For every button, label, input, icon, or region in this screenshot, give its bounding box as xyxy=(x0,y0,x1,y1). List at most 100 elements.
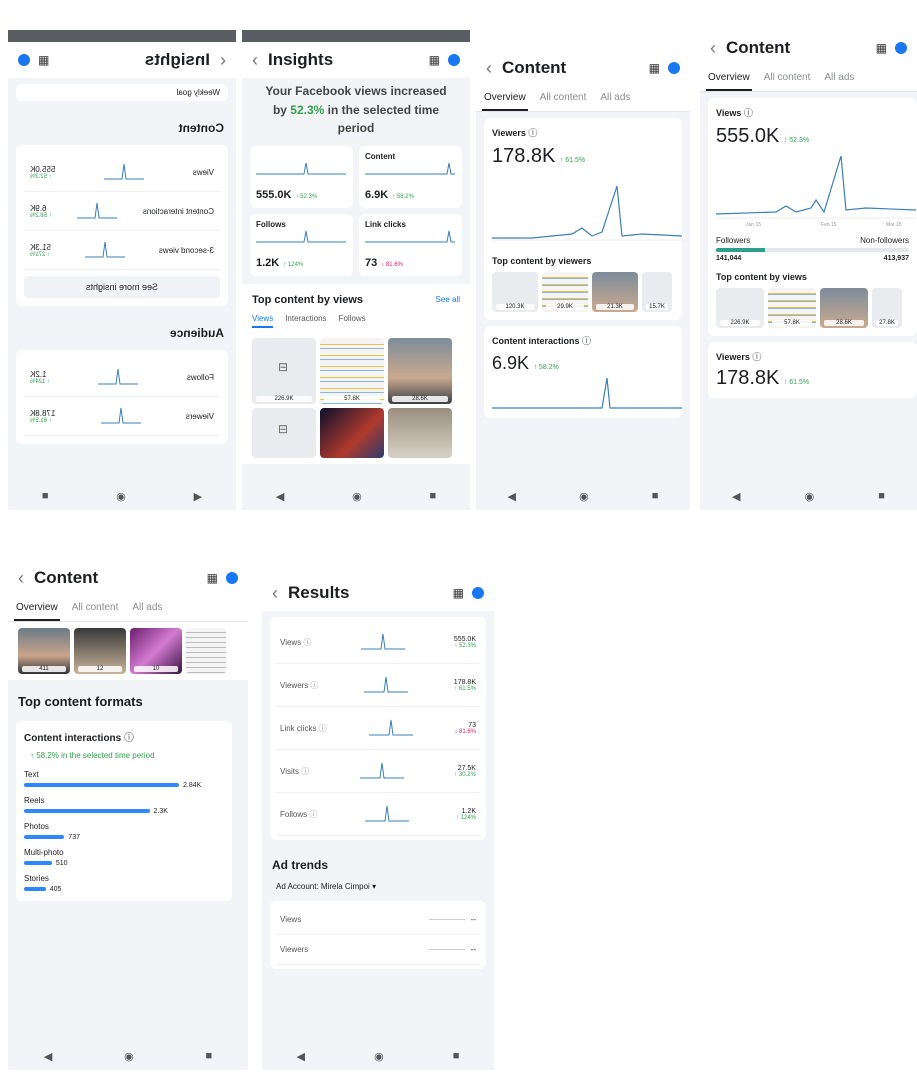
content-thumb[interactable]: 15.7K xyxy=(642,272,672,312)
metric-tile[interactable]: Follows 1.2K ↑ 124% xyxy=(250,213,353,276)
facebook-profile-icon[interactable] xyxy=(895,42,907,54)
home-nav-icon[interactable]: ◉ xyxy=(124,1050,134,1063)
calendar-icon[interactable]: ▦ xyxy=(207,571,218,585)
recents-nav-icon[interactable]: ■ xyxy=(453,1050,460,1062)
tab-overview[interactable]: Overview xyxy=(14,596,60,621)
facebook-profile-icon[interactable] xyxy=(448,54,460,66)
home-nav-icon[interactable]: ◉ xyxy=(805,490,815,503)
see-all-link[interactable]: See all xyxy=(436,295,460,304)
home-nav-icon[interactable]: ◉ xyxy=(579,490,589,503)
weekly-goal-card[interactable]: Weekly goal xyxy=(16,84,228,101)
result-row[interactable]: Visits ⓘ 27.5K ↑ 30.2% xyxy=(276,750,480,793)
home-nav-icon[interactable]: ◉ xyxy=(116,490,126,503)
tab-follows[interactable]: Follows xyxy=(339,314,366,328)
content-thumb[interactable]: 57.8K xyxy=(320,337,384,404)
ad-trend-row[interactable]: Viewers -- xyxy=(276,935,480,965)
back-nav-icon[interactable]: ◀ xyxy=(508,490,516,503)
back-nav-icon[interactable]: ◀ xyxy=(732,490,740,503)
format-bar xyxy=(24,835,65,840)
content-tabs: Overview All content All ads xyxy=(8,596,248,622)
content-thumb[interactable] xyxy=(186,628,226,674)
metric-row[interactable]: Content interactions 6.9K ↑ 58.2% xyxy=(24,192,220,231)
back-icon[interactable]: ‹ xyxy=(710,38,716,59)
calendar-icon[interactable]: ▦ xyxy=(649,61,660,75)
result-row[interactable]: Link clicks ⓘ 73 ↓ 81.6% xyxy=(276,707,480,750)
recents-nav-icon[interactable]: ■ xyxy=(652,490,659,502)
ad-trend-row[interactable]: Views -- xyxy=(276,905,480,935)
back-nav-icon[interactable]: ■ xyxy=(42,490,49,502)
thumb-label: 226.9K xyxy=(256,395,312,402)
metric-tile[interactable]: Link clicks 73 ↓ 81.6% xyxy=(359,213,462,276)
content-thumb[interactable]: ⊟ xyxy=(252,407,316,458)
metric-row[interactable]: Views 555.0K ↑ 52.3% xyxy=(24,153,220,192)
info-icon: ⓘ xyxy=(308,680,319,690)
tab-all-ads[interactable]: All ads xyxy=(598,86,632,111)
tab-all-ads[interactable]: All ads xyxy=(130,596,164,621)
content-thumb[interactable]: 120.3K xyxy=(492,272,538,312)
metric-tile[interactable]: Content 6.9K ↑ 58.2% xyxy=(359,145,462,208)
content-thumb[interactable]: 411 xyxy=(18,628,70,674)
tab-overview[interactable]: Overview xyxy=(706,66,752,91)
content-thumb[interactable] xyxy=(320,407,384,458)
back-icon[interactable]: ‹ xyxy=(252,50,258,71)
tab-interactions[interactable]: Interactions xyxy=(285,314,326,328)
tab-all-content[interactable]: All content xyxy=(538,86,589,111)
tab-all-ads[interactable]: All ads xyxy=(822,66,856,91)
content-thumb[interactable]: 29.9K xyxy=(542,272,588,312)
status-bar xyxy=(242,30,470,42)
see-more-insights-button[interactable]: See more insights xyxy=(24,276,220,298)
back-nav-icon[interactable]: ◀ xyxy=(276,490,284,503)
calendar-icon[interactable]: ▦ xyxy=(876,41,887,55)
metric-row[interactable]: Viewers 178.8K ↑ 61.5% xyxy=(24,397,220,436)
tab-views[interactable]: Views xyxy=(252,314,274,328)
calendar-icon[interactable]: ▦ xyxy=(429,53,440,67)
format-bar xyxy=(24,887,46,892)
tab-all-content[interactable]: All content xyxy=(70,596,121,621)
back-icon[interactable]: ‹ xyxy=(272,583,278,604)
facebook-profile-icon[interactable] xyxy=(226,572,238,584)
viewers-value: 178.8K xyxy=(716,367,780,389)
back-icon[interactable]: ‹ xyxy=(18,568,24,589)
result-row[interactable]: Viewers ⓘ 178.8K ↑ 61.5% xyxy=(276,664,480,707)
screen-content-views: ‹ Content ▦ Overview All content All ads… xyxy=(700,30,917,510)
content-thumb[interactable]: 10 xyxy=(130,628,182,674)
recents-nav-icon[interactable]: ▶ xyxy=(194,490,202,503)
recents-nav-icon[interactable]: ■ xyxy=(429,490,436,502)
recents-nav-icon[interactable]: ■ xyxy=(878,490,885,502)
back-icon[interactable]: ‹ xyxy=(486,58,492,79)
content-metrics-card: Views 555.0K ↑ 52.3% Content interactions 6.… xyxy=(16,145,228,306)
result-change: ↑ 61.5% xyxy=(454,685,476,692)
back-icon[interactable]: ‹ xyxy=(220,50,226,71)
content-thumb[interactable]: 226.9K xyxy=(716,288,764,328)
facebook-profile-icon[interactable] xyxy=(18,54,30,66)
metric-row[interactable]: 3-second views 51.3K ↑ 271% xyxy=(24,231,220,270)
ad-account-selector[interactable]: Ad Account: Mirela Cimpoi ▾ xyxy=(262,878,494,895)
calendar-icon[interactable]: ▦ xyxy=(38,53,49,67)
content-thumb[interactable] xyxy=(388,407,452,458)
page-title: Insights xyxy=(268,50,334,69)
content-thumb[interactable]: 21.3K xyxy=(592,272,638,312)
format-value: 2.84K xyxy=(183,781,202,789)
back-nav-icon[interactable]: ◀ xyxy=(44,1050,52,1063)
content-thumb[interactable]: 27.8K xyxy=(872,288,902,328)
facebook-profile-icon[interactable] xyxy=(668,62,680,74)
home-nav-icon[interactable]: ◉ xyxy=(374,1050,384,1063)
result-value: 73 xyxy=(468,721,476,729)
content-thumb[interactable]: 57.8K xyxy=(768,288,816,328)
result-row[interactable]: Follows ⓘ 1.2K ↑ 124% xyxy=(276,793,480,836)
result-row[interactable]: Views ⓘ 555.0K ↑ 52.3% xyxy=(276,621,480,664)
content-thumb[interactable]: 12 xyxy=(74,628,126,674)
content-thumb[interactable]: ⊟ 226.9K xyxy=(252,337,316,404)
tab-all-content[interactable]: All content xyxy=(762,66,813,91)
recents-nav-icon[interactable]: ■ xyxy=(205,1050,212,1062)
content-thumb[interactable]: 28.6K xyxy=(820,288,868,328)
back-nav-icon[interactable]: ◀ xyxy=(297,1050,305,1063)
facebook-profile-icon[interactable] xyxy=(472,587,484,599)
home-nav-icon[interactable]: ◉ xyxy=(352,490,362,503)
metric-tile[interactable]: 555.0K ↑ 52.3% xyxy=(250,145,353,208)
tab-overview[interactable]: Overview xyxy=(482,86,528,111)
content-thumb[interactable]: 28.6K xyxy=(388,337,452,404)
metric-row[interactable]: Follows 1.2K ↑ 124% xyxy=(24,358,220,397)
calendar-icon[interactable]: ▦ xyxy=(453,586,464,600)
info-icon: ⓘ xyxy=(743,108,753,118)
